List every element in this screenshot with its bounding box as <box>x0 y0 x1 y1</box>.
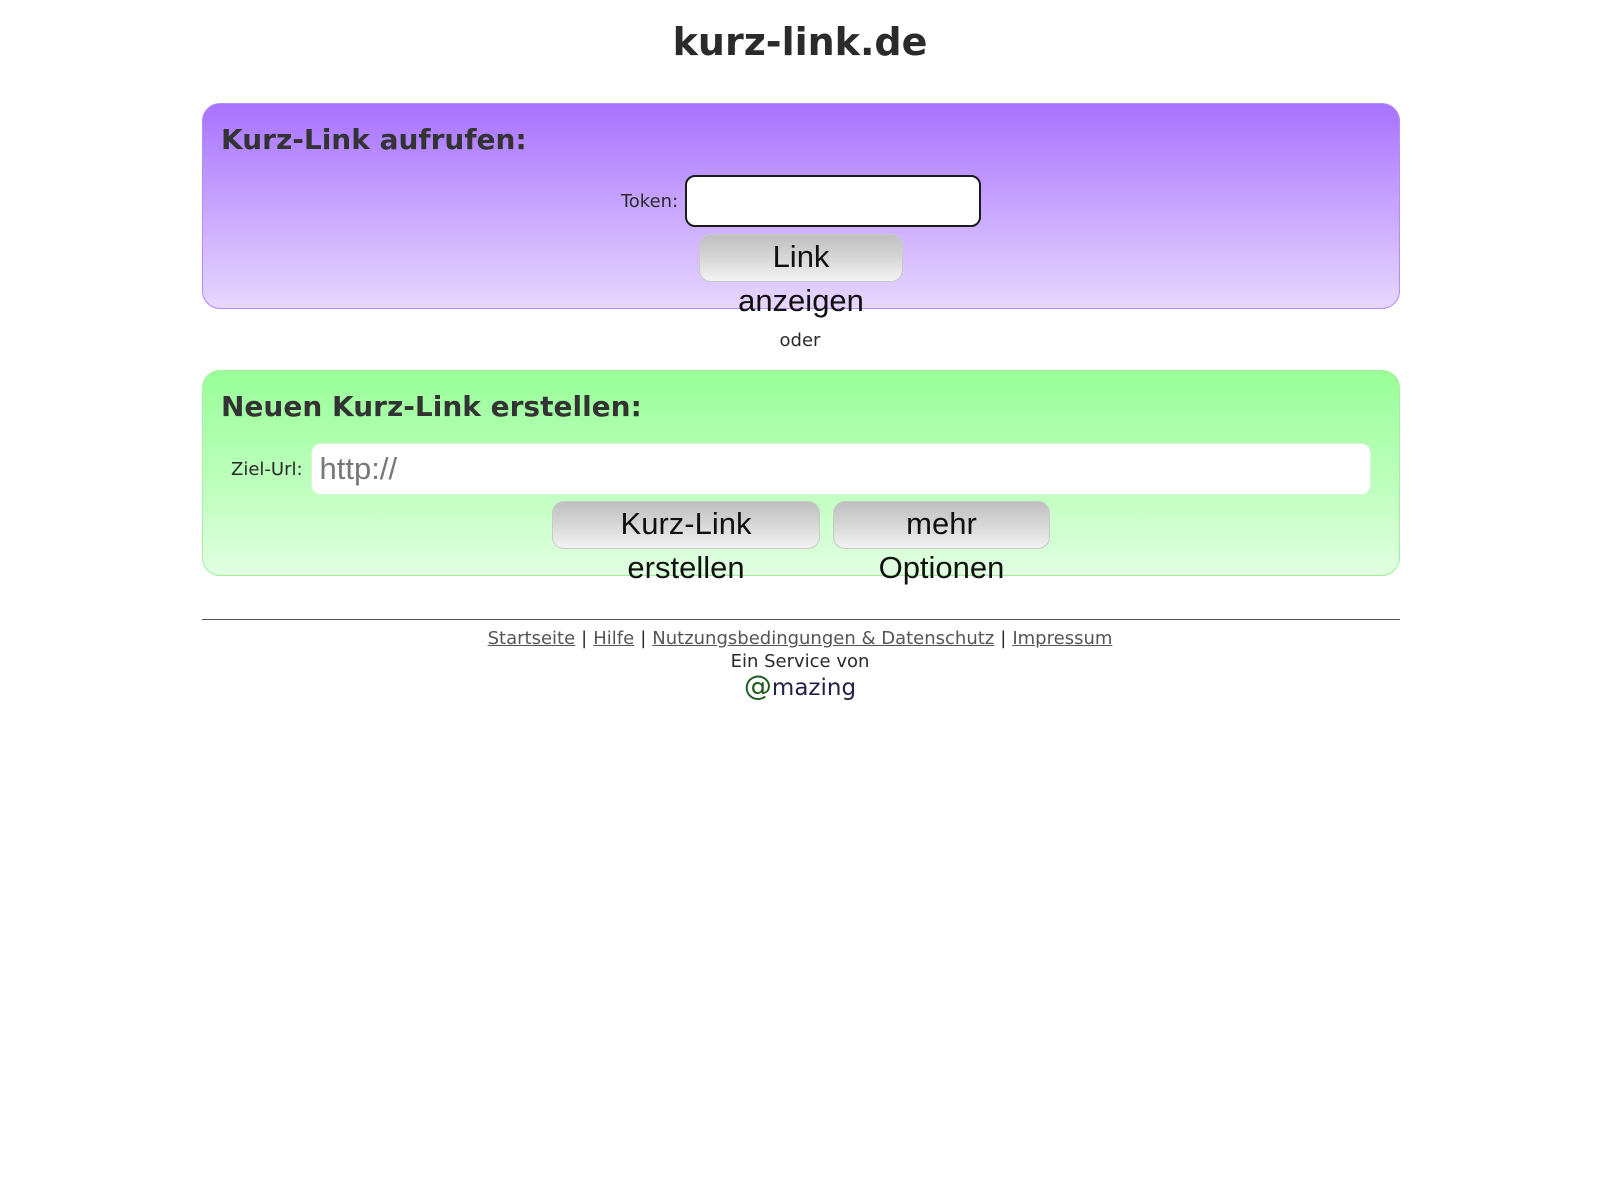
more-options-button[interactable]: mehr Optionen <box>833 501 1050 585</box>
token-input[interactable] <box>685 175 982 227</box>
footer-nav: Startseite | Hilfe | Nutzungsbedingungen & D… <box>0 627 1600 651</box>
footer-link-hilfe[interactable]: Hilfe <box>593 628 634 649</box>
separator-text: oder <box>779 330 821 351</box>
url-label: Ziel-Url: <box>231 458 303 480</box>
footer-link-terms-privacy[interactable]: Nutzungsbedingungen & Datenschutz <box>652 628 994 649</box>
token-label: Token: <box>620 190 679 212</box>
brand-name: mazing <box>771 675 857 701</box>
create-link-button-row: Kurz-Link erstellen mehr Optionen <box>203 501 1399 585</box>
url-row: Ziel-Url: <box>231 443 1371 495</box>
site-title: kurz-link.de <box>672 20 928 64</box>
target-url-input[interactable] <box>310 443 1371 495</box>
brand-at-symbol: @ <box>743 669 772 702</box>
create-link-heading: Neuen Kurz-Link erstellen: <box>221 390 642 423</box>
page: kurz-link.de Kurz-Link aufrufen: Token: … <box>0 0 1600 1200</box>
open-link-heading: Kurz-Link aufrufen: <box>221 123 527 156</box>
token-row: Token: <box>203 174 1399 228</box>
open-link-panel: Kurz-Link aufrufen: Token: Link anzeigen <box>202 103 1400 318</box>
create-link-button[interactable]: Kurz-Link erstellen <box>552 501 820 585</box>
footer-separator: | <box>640 628 647 649</box>
footer-link-startseite[interactable]: Startseite <box>488 628 576 649</box>
show-link-button[interactable]: Link anzeigen <box>699 234 903 318</box>
create-link-panel: Neuen Kurz-Link erstellen: Ziel-Url: Kur… <box>202 370 1400 585</box>
open-link-button-row: Link anzeigen <box>203 234 1399 318</box>
footer-divider <box>202 619 1400 620</box>
amazing-brand-logo[interactable]: @mazing <box>0 670 1600 704</box>
footer-separator: | <box>1000 628 1007 649</box>
footer-separator: | <box>581 628 588 649</box>
footer-link-impressum[interactable]: Impressum <box>1012 628 1112 649</box>
